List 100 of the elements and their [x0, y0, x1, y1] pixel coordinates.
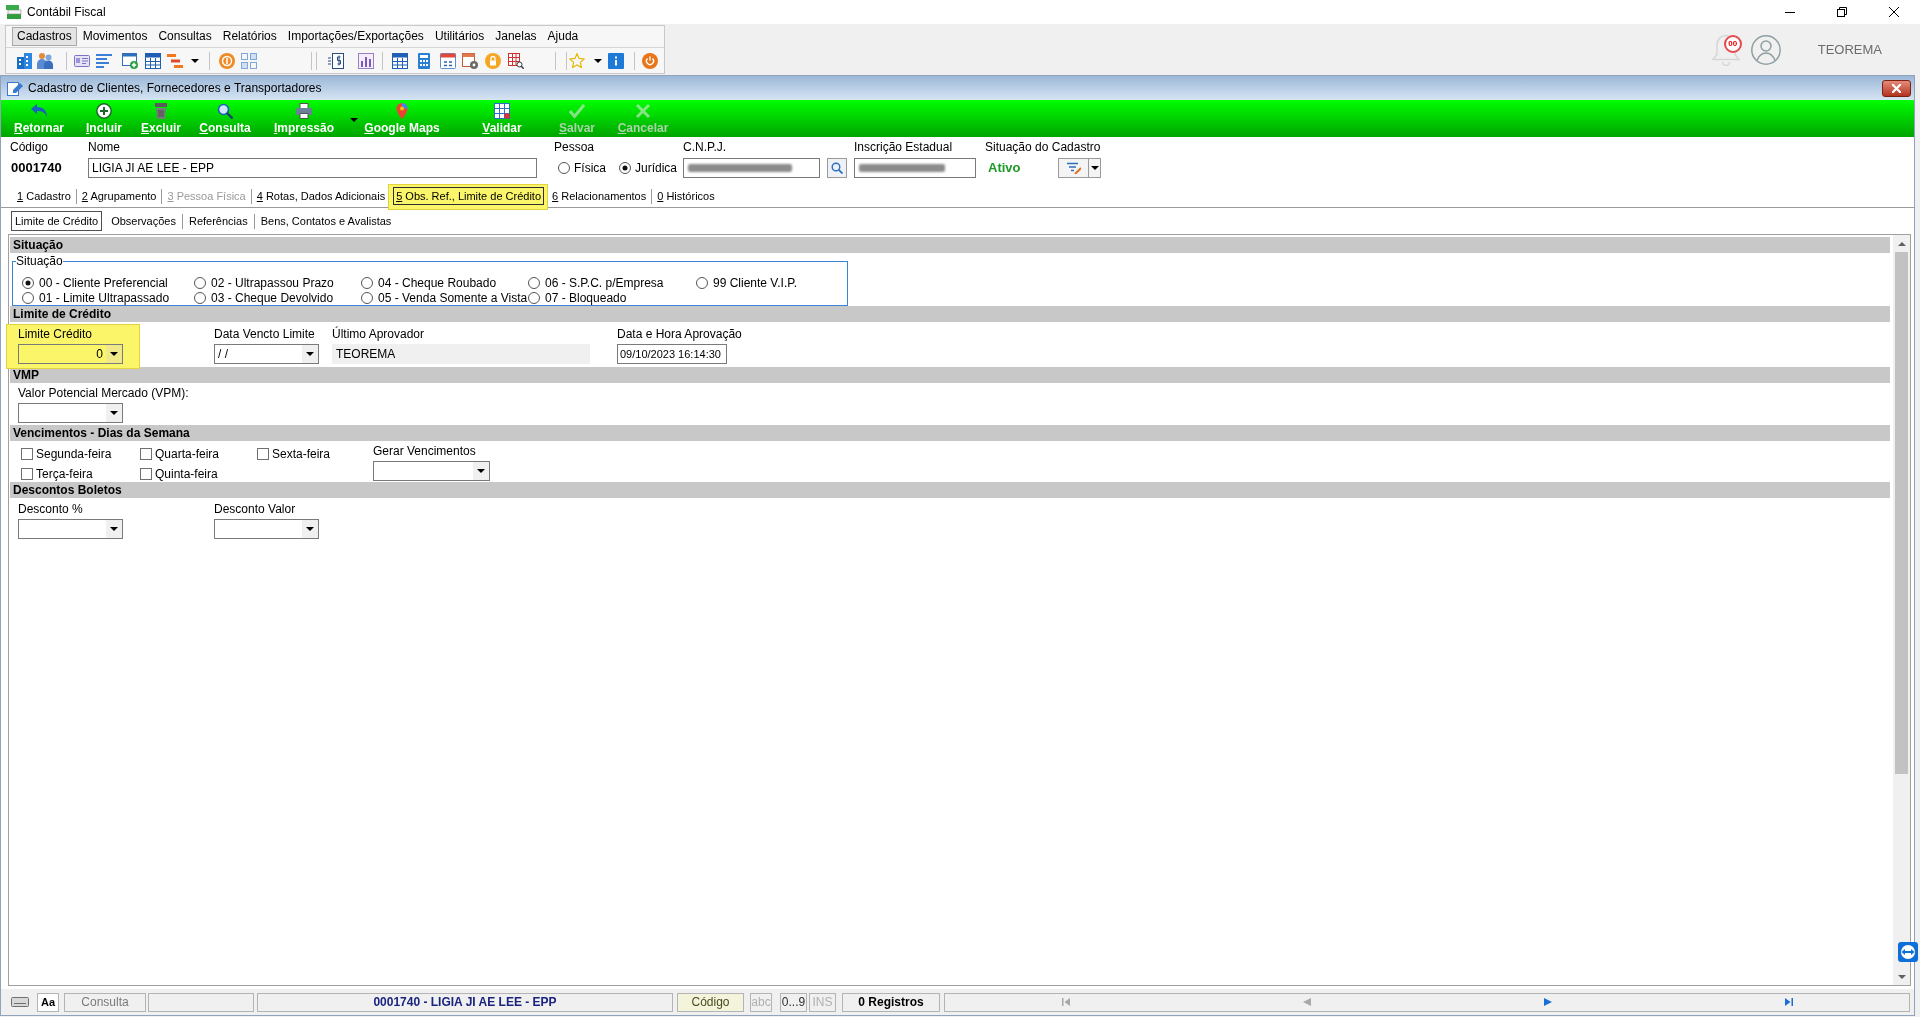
dropdown-field[interactable] — [18, 519, 123, 539]
tab[interactable]: 2 Agrupamento — [78, 187, 160, 205]
keyboard-icon[interactable] — [11, 997, 29, 1007]
bar-chart-icon[interactable] — [358, 52, 374, 69]
tab[interactable]: 4 Rotas, Dados Adicionais — [253, 187, 389, 205]
filter-icon — [1066, 162, 1081, 174]
dropdown-field[interactable] — [214, 519, 319, 539]
close-button[interactable] — [1882, 79, 1911, 97]
caret-icon — [1090, 166, 1099, 170]
checkbox[interactable] — [21, 468, 33, 480]
radio-button[interactable] — [558, 162, 570, 174]
close-icon — [1892, 83, 1901, 93]
dropdown-field[interactable] — [18, 403, 123, 423]
close-icon — [1889, 7, 1899, 17]
people-icon[interactable] — [37, 52, 53, 69]
dropdown-field[interactable]: 0 — [18, 344, 123, 364]
text-field[interactable]: 09/10/2023 16:14:30 — [617, 344, 727, 364]
caret-icon[interactable] — [191, 58, 199, 63]
menu-item[interactable]: Utilitários — [429, 27, 490, 46]
list-icon[interactable] — [96, 52, 112, 69]
calculator-icon[interactable] — [416, 52, 432, 69]
building-icon[interactable] — [16, 52, 32, 69]
star-icon[interactable] — [569, 52, 585, 69]
radio-button[interactable] — [22, 277, 34, 289]
checkbox[interactable] — [140, 468, 152, 480]
radio-button[interactable] — [194, 292, 206, 304]
tab[interactable]: 0 Históricos — [654, 187, 718, 205]
group-label: Situação — [16, 254, 63, 268]
dropdown-field[interactable] — [373, 461, 490, 481]
tab[interactable]: 1 Cadastro — [14, 187, 74, 205]
id-card-icon[interactable] — [74, 52, 90, 69]
filter-button[interactable] — [1058, 158, 1101, 178]
menu-item[interactable]: Importações/Exportações — [282, 27, 429, 46]
tab[interactable]: 6 Relacionamentos — [549, 187, 650, 205]
calendar-page-icon[interactable] — [440, 52, 456, 69]
section-header: VMP — [10, 367, 1890, 383]
tab[interactable]: Limite de Crédito — [11, 211, 103, 231]
radio-button[interactable] — [528, 292, 540, 304]
tab[interactable]: 5 Obs. Ref., Limite de Crédito — [393, 187, 545, 205]
radio-button[interactable] — [361, 292, 373, 304]
tab[interactable]: Referências — [184, 211, 252, 231]
info-icon[interactable] — [608, 52, 624, 69]
caret-icon[interactable] — [350, 118, 358, 122]
field-label: Inscrição Estadual — [854, 140, 954, 154]
state-registration-field[interactable] — [854, 158, 976, 178]
menu-item[interactable]: Consultas — [153, 27, 217, 46]
triangle-right-icon[interactable] — [1543, 998, 1552, 1006]
dropdown-field[interactable]: / / — [214, 344, 319, 364]
record-count: 0 Registros — [842, 992, 940, 1012]
field-label: Nome — [88, 140, 121, 154]
field-label: Pessoa — [554, 140, 596, 154]
power-icon[interactable] — [642, 52, 658, 69]
name-field[interactable]: LIGIA JI AE LEE - EPP — [88, 158, 537, 178]
checkbox[interactable] — [257, 448, 269, 460]
code-value: 0001740 — [11, 159, 62, 178]
checkbox-label: Quarta-feira — [155, 446, 220, 463]
arrows-circle-icon[interactable] — [1898, 942, 1918, 962]
field-label: Último Aprovador — [332, 327, 426, 341]
trash-icon — [153, 103, 169, 119]
radio-button[interactable] — [361, 277, 373, 289]
readonly-field: TEOREMA — [332, 344, 590, 364]
scrollbar[interactable] — [1893, 235, 1910, 985]
font-button[interactable]: Aa — [37, 992, 59, 1012]
form-title: Cadastro de Clientes, Fornecedores e Transportadores — [28, 80, 322, 97]
coin-icon[interactable] — [219, 52, 235, 69]
caret-icon — [110, 411, 118, 415]
window-plus-icon[interactable] — [122, 52, 138, 69]
skip-forward-icon[interactable] — [1784, 998, 1793, 1006]
radio-button[interactable] — [619, 162, 631, 174]
document-dollar-icon[interactable] — [328, 52, 344, 69]
cnpj-field[interactable] — [683, 158, 820, 178]
menu-item[interactable]: Janelas — [490, 27, 542, 46]
menu-item[interactable]: Cadastros — [12, 27, 77, 46]
radio-button[interactable] — [22, 292, 34, 304]
field-label: Valor Potencial Mercado (VPM): — [18, 386, 190, 400]
section-header: Descontos Boletos — [10, 482, 1890, 498]
menu-item[interactable]: Relatórios — [217, 27, 282, 46]
bars-icon[interactable] — [167, 52, 183, 69]
menu-item[interactable]: Movimentos — [77, 27, 153, 46]
calendar-icon[interactable] — [392, 52, 408, 69]
radio-label: 03 - Cheque Devolvido — [211, 290, 334, 307]
checkbox[interactable] — [140, 448, 152, 460]
radio-button[interactable] — [194, 277, 206, 289]
menu-item[interactable]: Ajuda — [542, 27, 584, 46]
search-button[interactable] — [827, 158, 847, 178]
tab[interactable]: Observações — [107, 211, 180, 231]
undo-arrow-icon — [31, 103, 47, 119]
scroll-thumb[interactable] — [1895, 252, 1908, 774]
calendar-gear-icon[interactable] — [462, 52, 478, 69]
tab[interactable]: Bens, Contatos e Avalistas — [256, 211, 396, 231]
bell-icon[interactable] — [1710, 33, 1741, 66]
calendar-icon[interactable] — [145, 52, 161, 69]
caret-icon[interactable] — [594, 58, 602, 63]
indicator: 0...9 — [780, 992, 807, 1012]
radio-button[interactable] — [528, 277, 540, 289]
radio-button[interactable] — [696, 277, 708, 289]
checkbox-label: Sexta-feira — [272, 446, 331, 463]
checkbox[interactable] — [21, 448, 33, 460]
books-icon — [6, 5, 22, 19]
table-search-icon[interactable] — [508, 52, 524, 69]
